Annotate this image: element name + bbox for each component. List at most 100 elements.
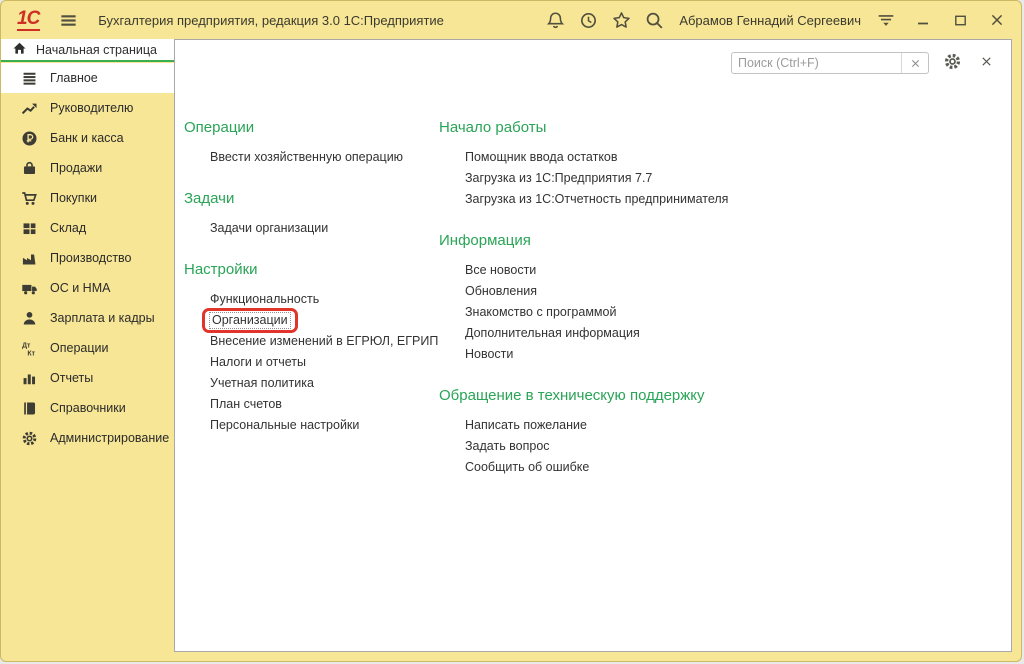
command-link-nalogi-i-otchety[interactable]: Налоги и отчеты	[210, 355, 306, 370]
command-link-funkcionalnost[interactable]: Функциональность	[210, 292, 319, 307]
app-window: 1С Бухгалтерия предприятия, редакция 3.0…	[0, 0, 1022, 662]
home-icon	[12, 41, 27, 59]
section-links: Помощник ввода остатков Загрузка из 1С:П…	[439, 147, 1011, 210]
sidebar-item-proizvodstvo[interactable]: Производство	[1, 243, 174, 273]
titlebar: 1С Бухгалтерия предприятия, редакция 3.0…	[1, 1, 1021, 39]
sidebar-item-bank-i-kassa[interactable]: Банк и касса	[1, 123, 174, 153]
link-row: Загрузка из 1С:Предприятия 7.7	[439, 168, 1011, 189]
command-link-zadat-vopros[interactable]: Задать вопрос	[465, 439, 550, 454]
section-links: Ввести хозяйственную операцию	[184, 147, 439, 168]
minimize-button[interactable]	[911, 8, 935, 32]
sidebar-item-sklad[interactable]: Склад	[1, 213, 174, 243]
command-link-vnesenie-izmeneniy[interactable]: Внесение изменений в ЕГРЮЛ, ЕГРИП	[210, 334, 438, 349]
close-panel-icon	[980, 55, 993, 71]
sidebar-item-zarplata-i-kadry[interactable]: Зарплата и кадры	[1, 303, 174, 333]
sidebar-item-label: Главное	[50, 71, 98, 85]
link-row: Ввести хозяйственную операцию	[184, 147, 439, 168]
command-link-novosti[interactable]: Новости	[465, 347, 513, 362]
command-link-organizacii[interactable]: Организации	[202, 308, 298, 333]
history-button[interactable]	[576, 8, 600, 32]
command-link-zadachi-organizacii[interactable]: Задачи организации	[210, 221, 328, 236]
link-row: Сообщить об ошибке	[439, 457, 1011, 478]
global-search-button[interactable]	[642, 8, 666, 32]
book-icon	[21, 400, 38, 417]
sidebar-item-label: Руководителю	[50, 101, 133, 115]
sidebar-item-prodazhi[interactable]: Продажи	[1, 153, 174, 183]
main-menu-button[interactable]	[56, 8, 80, 32]
service-menu-button[interactable]	[874, 8, 898, 32]
link-row: Персональные настройки	[184, 415, 439, 436]
current-user-button[interactable]: Абрамов Геннадий Сергеевич	[675, 13, 865, 28]
maximize-icon	[953, 13, 968, 28]
sidebar-item-otchety[interactable]: Отчеты	[1, 363, 174, 393]
search-clear-icon[interactable]	[901, 53, 928, 73]
sidebar: Начальная страница Главное Руководителю …	[1, 39, 174, 652]
tab-home-page[interactable]: Начальная страница	[1, 39, 174, 62]
tab-label: Начальная страница	[36, 43, 157, 57]
panel-close-button[interactable]	[975, 52, 997, 74]
command-link-obnovleniya[interactable]: Обновления	[465, 284, 537, 299]
link-row: Внесение изменений в ЕГРЮЛ, ЕГРИП	[184, 331, 439, 352]
sidebar-item-pokupki[interactable]: Покупки	[1, 183, 174, 213]
star-icon	[612, 11, 631, 30]
command-link-personalnye-nastroyki[interactable]: Персональные настройки	[210, 418, 359, 433]
sidebar-item-label: Зарплата и кадры	[50, 311, 155, 325]
menu-section: Обращение в техническую поддержку Написа…	[439, 386, 1011, 478]
search-icon	[645, 11, 664, 30]
service-menu-icon	[877, 11, 895, 29]
link-row: Написать пожелание	[439, 415, 1011, 436]
link-row: Новости	[439, 344, 1011, 365]
sidebar-item-label: Склад	[50, 221, 86, 235]
section-title: Настройки	[184, 260, 439, 280]
sidebar-item-glavnoe[interactable]: Главное	[1, 63, 174, 93]
sidebar-item-label: Производство	[50, 251, 132, 265]
command-link-vvesti-hoz-operaciyu[interactable]: Ввести хозяйственную операцию	[210, 150, 403, 165]
menu-section: Задачи Задачи организации	[184, 189, 439, 239]
command-link-zagruzka-1c-77[interactable]: Загрузка из 1С:Предприятия 7.7	[465, 171, 652, 186]
link-row: Функциональность	[184, 289, 439, 310]
link-row: Дополнительная информация	[439, 323, 1011, 344]
column-right: Начало работы Помощник ввода остатков За…	[439, 118, 1011, 499]
command-link-vse-novosti[interactable]: Все новости	[465, 263, 536, 278]
section-links: Все новости Обновления Знакомство с прог…	[439, 260, 1011, 365]
sidebar-item-administrirovanie[interactable]: Администрирование	[1, 423, 174, 453]
command-link-znakomstvo-s-programmoy[interactable]: Знакомство с программой	[465, 305, 616, 320]
sidebar-item-label: Покупки	[50, 191, 97, 205]
link-row: Все новости	[439, 260, 1011, 281]
sidebar-item-operacii[interactable]: Операции	[1, 333, 174, 363]
link-row: Загрузка из 1С:Отчетность предпринимател…	[439, 189, 1011, 210]
link-row: Организации	[184, 310, 439, 331]
command-link-pomoschnik-vvoda-ostatkov[interactable]: Помощник ввода остатков	[465, 150, 618, 165]
sidebar-item-os-i-nma[interactable]: ОС и НМА	[1, 273, 174, 303]
column-left: Операции Ввести хозяйственную операцию З…	[184, 118, 439, 499]
dt-kt-icon	[21, 340, 38, 357]
command-link-plan-schetov[interactable]: План счетов	[210, 397, 282, 412]
section-links: Задачи организации	[184, 218, 439, 239]
close-icon	[989, 12, 1005, 28]
command-link-dopolnitelnaya-informaciya[interactable]: Дополнительная информация	[465, 326, 640, 341]
close-window-button[interactable]	[985, 8, 1009, 32]
menu-section: Начало работы Помощник ввода остатков За…	[439, 118, 1011, 210]
maximize-button[interactable]	[948, 8, 972, 32]
command-link-soobschit-ob-oshibke[interactable]: Сообщить об ошибке	[465, 460, 589, 475]
panel-settings-button[interactable]	[941, 52, 963, 74]
link-row: Знакомство с программой	[439, 302, 1011, 323]
factory-icon	[21, 250, 38, 267]
menu-section: Операции Ввести хозяйственную операцию	[184, 118, 439, 168]
sidebar-item-label: Отчеты	[50, 371, 93, 385]
favorites-button[interactable]	[609, 8, 633, 32]
sidebar-item-rukovoditelyu[interactable]: Руководителю	[1, 93, 174, 123]
sidebar-item-spravochniki[interactable]: Справочники	[1, 393, 174, 423]
page-search-input[interactable]	[732, 54, 901, 72]
command-link-napisat-pozhelanie[interactable]: Написать пожелание	[465, 418, 587, 433]
command-link-zagruzka-1c-otchetnost[interactable]: Загрузка из 1С:Отчетность предпринимател…	[465, 192, 728, 207]
bar-chart-icon	[21, 370, 38, 387]
link-row: Учетная политика	[184, 373, 439, 394]
hamburger-icon	[59, 11, 78, 30]
link-row: План счетов	[184, 394, 439, 415]
person-icon	[21, 310, 38, 327]
notifications-button[interactable]	[543, 8, 567, 32]
command-link-uchetnaya-politika[interactable]: Учетная политика	[210, 376, 314, 391]
gear-icon	[21, 430, 38, 447]
bag-icon	[21, 160, 38, 177]
